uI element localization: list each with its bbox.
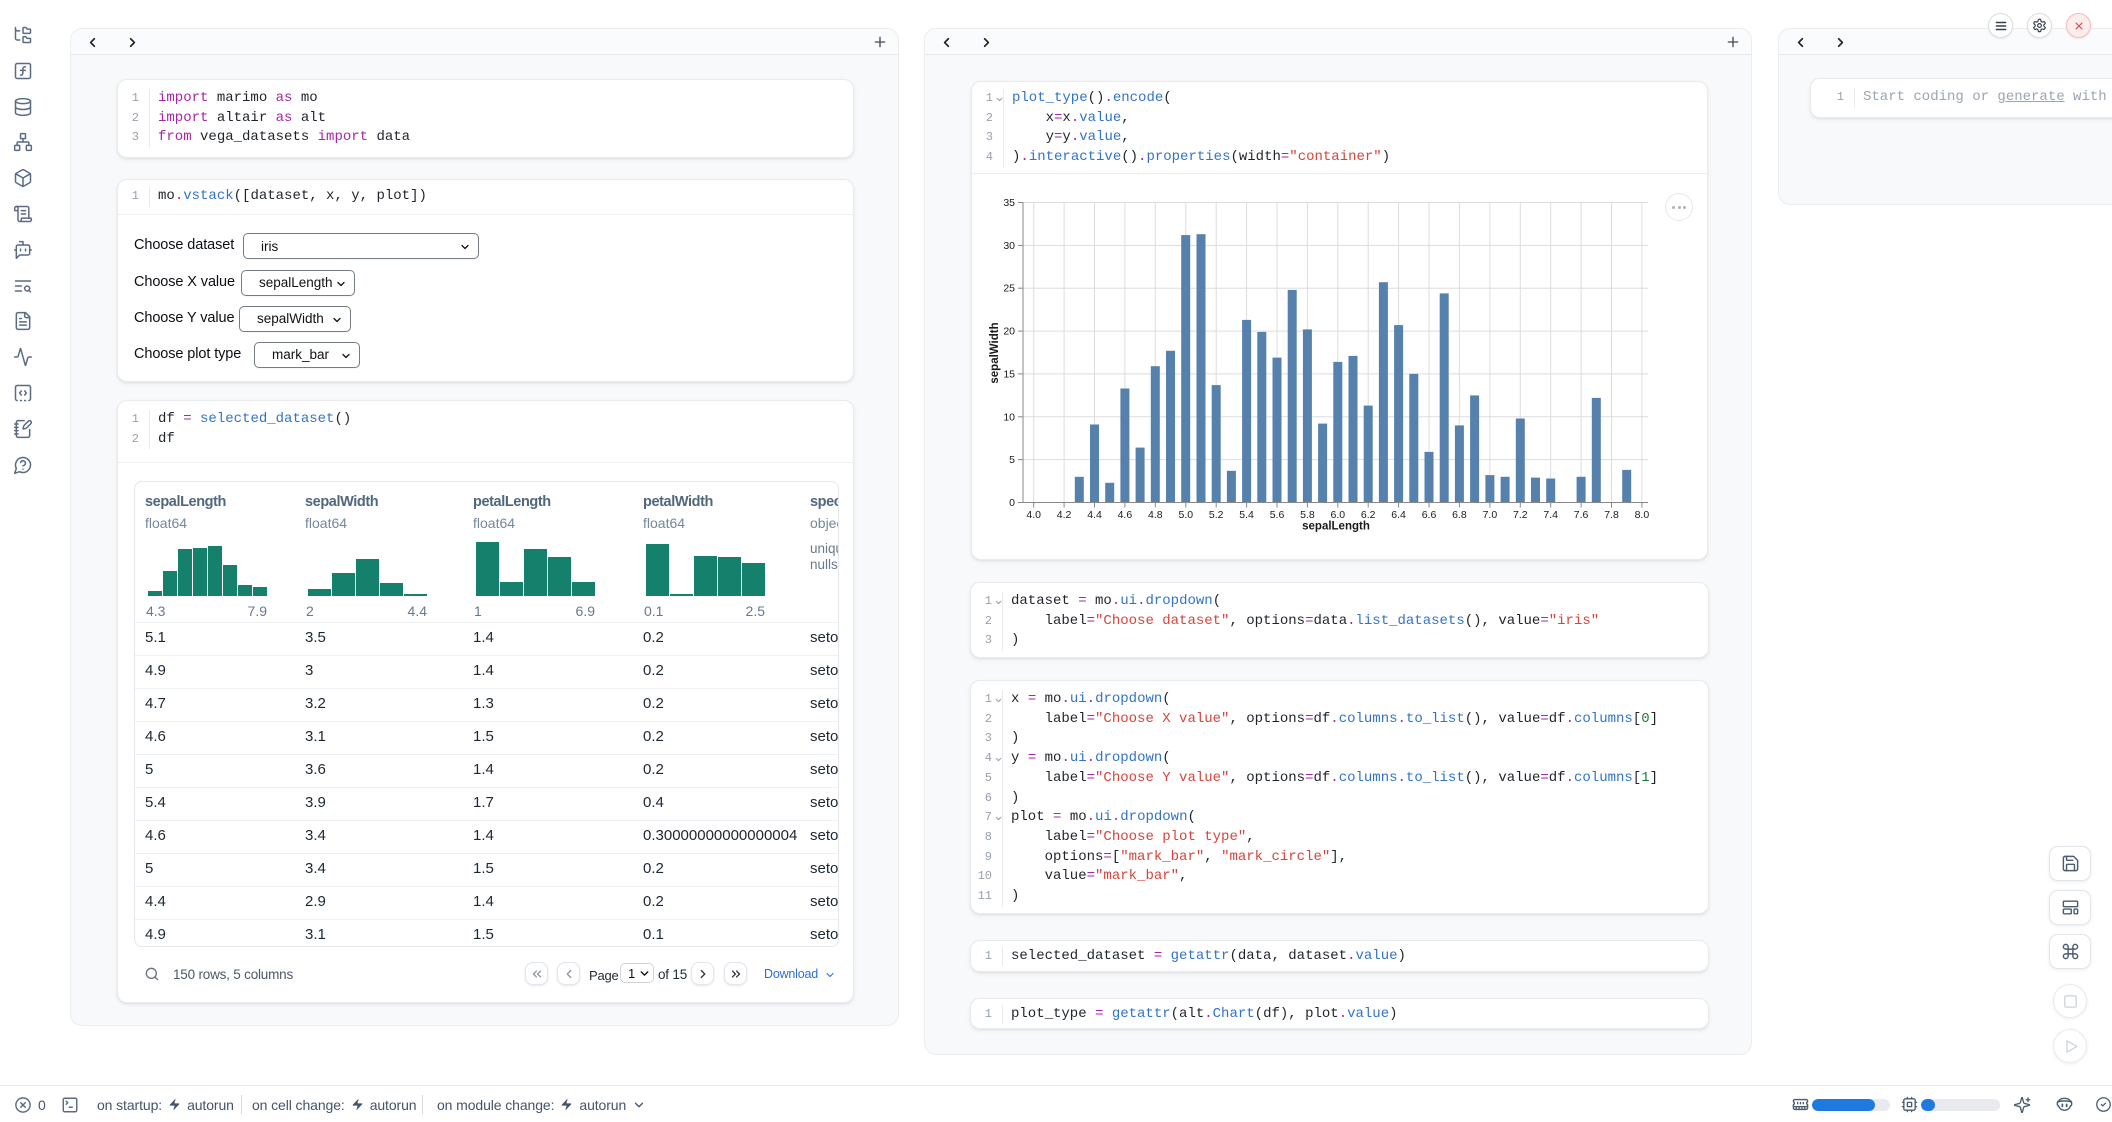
svg-text:7.8: 7.8 xyxy=(1604,509,1619,521)
svg-text:4.6: 4.6 xyxy=(1118,509,1133,521)
svg-text:35: 35 xyxy=(1003,197,1015,209)
svg-text:6.4: 6.4 xyxy=(1391,509,1406,521)
svg-text:sepalLength: sepalLength xyxy=(1302,521,1370,533)
svg-text:7.4: 7.4 xyxy=(1543,509,1558,521)
svg-text:25: 25 xyxy=(1003,283,1015,295)
svg-text:5.0: 5.0 xyxy=(1178,509,1193,521)
svg-text:10: 10 xyxy=(1003,411,1015,423)
svg-text:4.2: 4.2 xyxy=(1057,509,1072,521)
svg-text:sepalWidth: sepalWidth xyxy=(989,322,1001,383)
svg-text:4.4: 4.4 xyxy=(1087,509,1102,521)
svg-text:7.6: 7.6 xyxy=(1574,509,1589,521)
svg-text:15: 15 xyxy=(1003,368,1015,380)
svg-text:5.8: 5.8 xyxy=(1300,509,1315,521)
svg-text:7.0: 7.0 xyxy=(1483,509,1498,521)
svg-text:5.4: 5.4 xyxy=(1239,509,1254,521)
svg-text:20: 20 xyxy=(1003,326,1015,338)
svg-text:5.2: 5.2 xyxy=(1209,509,1224,521)
svg-text:7.2: 7.2 xyxy=(1513,509,1528,521)
svg-text:0: 0 xyxy=(1009,497,1015,509)
svg-text:6.6: 6.6 xyxy=(1422,509,1437,521)
svg-text:30: 30 xyxy=(1003,240,1015,252)
svg-text:6.0: 6.0 xyxy=(1330,509,1345,521)
svg-text:6.8: 6.8 xyxy=(1452,509,1467,521)
svg-text:4.8: 4.8 xyxy=(1148,509,1163,521)
svg-text:6.2: 6.2 xyxy=(1361,509,1376,521)
svg-text:5: 5 xyxy=(1009,454,1015,466)
svg-text:4.0: 4.0 xyxy=(1026,509,1041,521)
svg-text:5.6: 5.6 xyxy=(1270,509,1285,521)
svg-text:8.0: 8.0 xyxy=(1635,509,1650,521)
